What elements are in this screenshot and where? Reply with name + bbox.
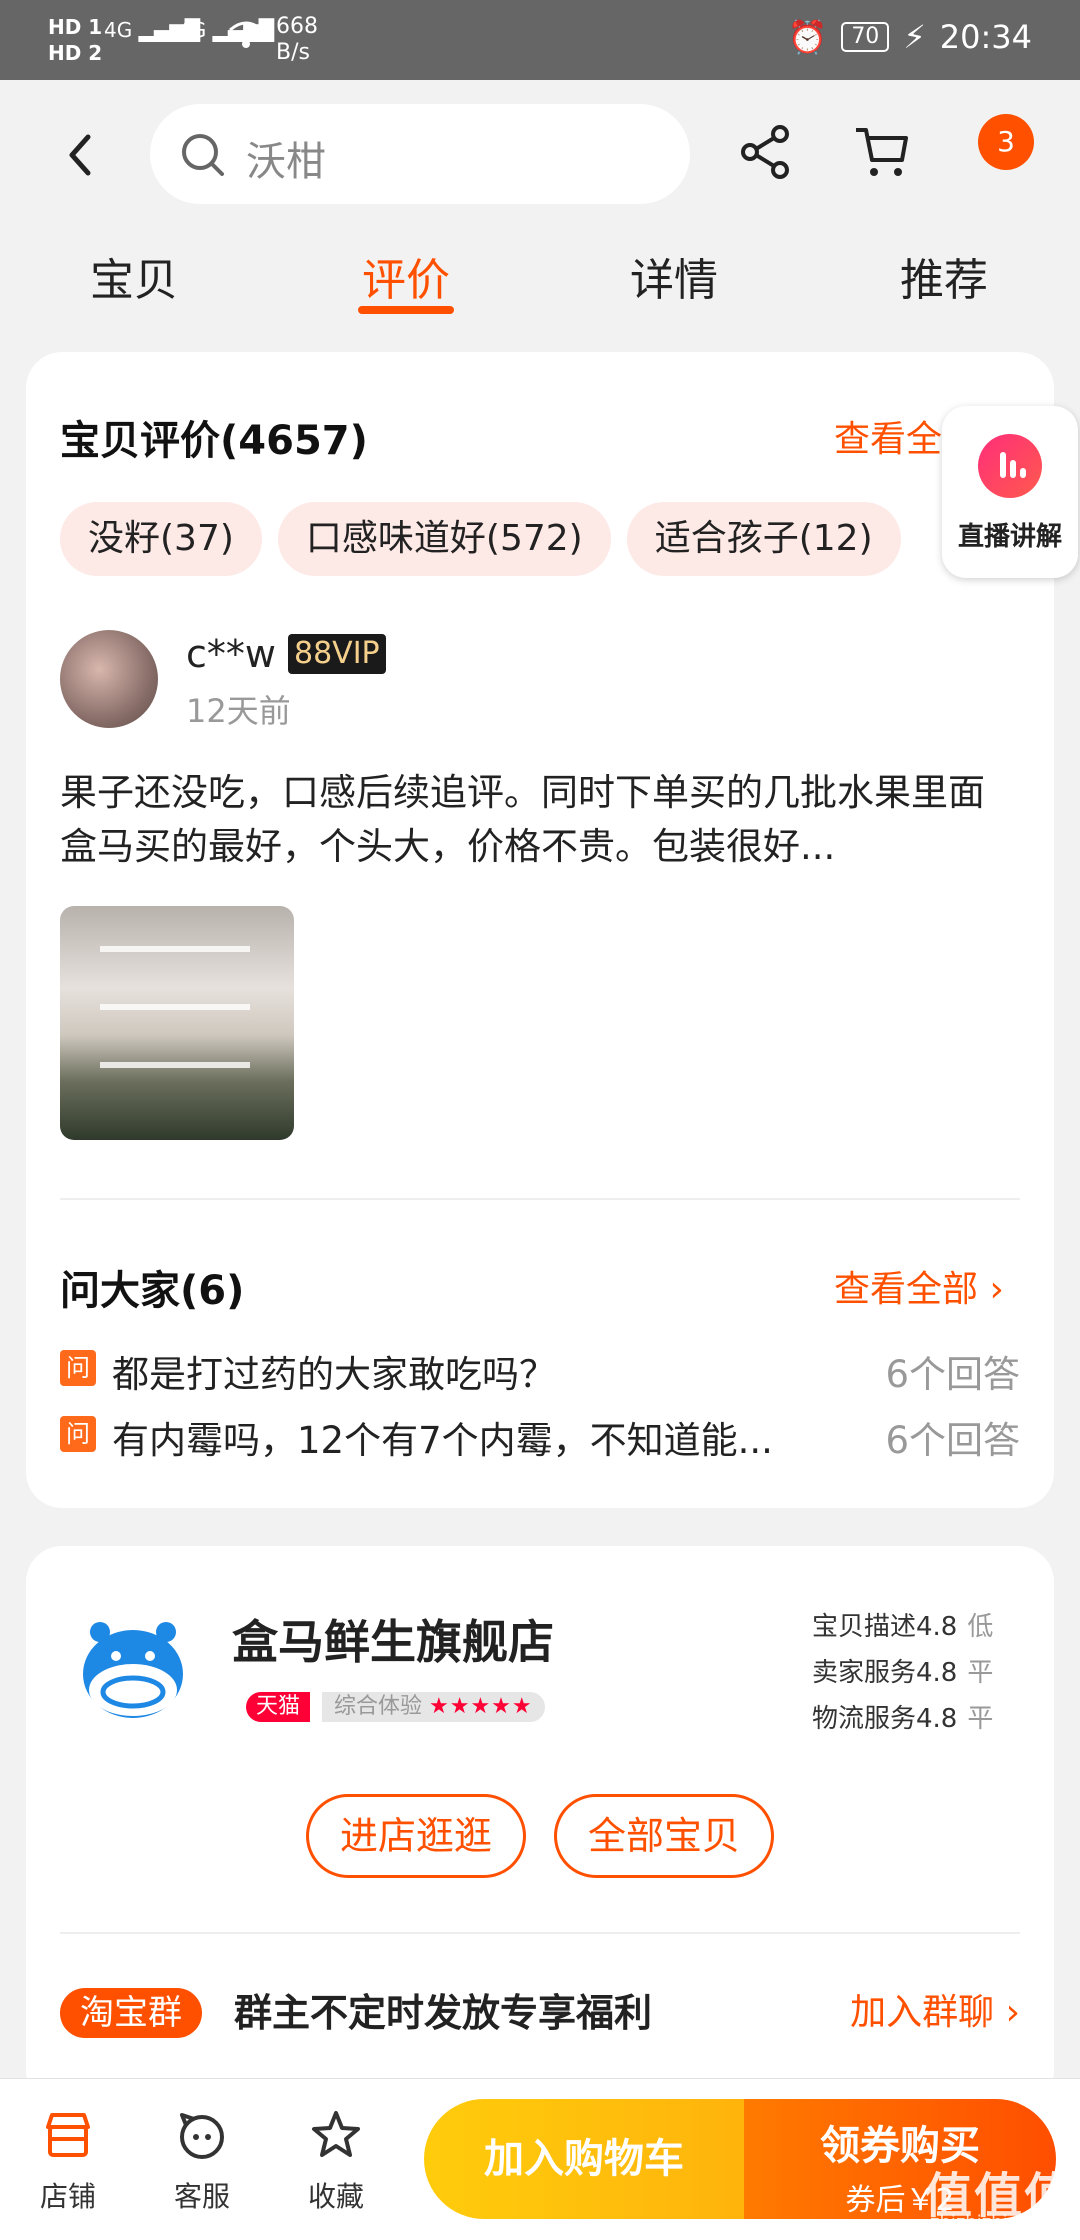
group-text: 群主不定时发放专享福利 (234, 1991, 653, 2035)
live-icon (978, 434, 1042, 498)
wifi-icon (226, 18, 266, 57)
bottom-action-bar: 店铺 客服 收藏 加入购物车 领券购买 券后￥2 (0, 2078, 1080, 2240)
qa-view-all[interactable]: 查看全部 › (834, 1260, 1004, 1312)
taobao-group-tag: 淘宝群 (60, 1988, 202, 2038)
cart-badge: 3 (978, 114, 1034, 170)
live-explain-button[interactable]: 直播讲解 (942, 406, 1078, 578)
speed-value: 668 (276, 14, 318, 39)
question-icon: 问 (60, 1416, 96, 1452)
tab-baobei[interactable]: 宝贝 (44, 244, 224, 308)
photo-shelf (100, 1004, 250, 1010)
clock: 20:34 (939, 18, 1032, 56)
reviews-title: 宝贝评价(4657) (60, 418, 368, 464)
review-tags: 没籽(37) 口感味道好(572) 适合孩子(12) (60, 502, 901, 576)
rating-label: 物流服务4.8 (812, 1704, 958, 1734)
chevron-right-icon: › (989, 1269, 1004, 1310)
qa-item[interactable]: 问 都是打过药的大家敢吃吗？ 6个回答 (60, 1342, 1020, 1398)
shop-ratings: 宝贝描述4.8 低 卖家服务4.8 平 物流服务4.8 平 (812, 1604, 993, 1742)
service-icon (180, 2113, 224, 2159)
qa-view-all-label: 查看全部 (834, 1269, 979, 1310)
section-tabs: 宝贝 评价 详情 推荐 (0, 230, 1080, 340)
battery-icon: 70 (841, 22, 890, 52)
rating-level: 平 (967, 1658, 994, 1688)
store-icon (46, 2113, 90, 2157)
join-group-label: 加入群聊 (850, 1992, 995, 2033)
share-icon[interactable] (736, 122, 796, 182)
shop-card: 盒马鲜生旗舰店 天猫 综合体验 ★★★★★ 宝贝描述4.8 低 卖家服务4.8 平 … (26, 1546, 1054, 2106)
rating-row: 物流服务4.8 平 (812, 1696, 993, 1742)
photo-shelf (100, 1062, 250, 1068)
avatar (60, 630, 158, 728)
rating-level: 低 (967, 1612, 994, 1642)
favorite-label: 收藏 (307, 2180, 364, 2213)
status-right: ⏰ 70 ⚡ 20:34 (787, 18, 1032, 56)
qa-item[interactable]: 问 有内霉吗，12个有7个内霉，不知道能... 6个回答 (60, 1408, 1020, 1464)
divider (60, 1198, 1020, 1200)
rating-stars: ★★★★★ (429, 1694, 533, 1719)
question-icon: 问 (60, 1350, 96, 1386)
divider (60, 1932, 1020, 1934)
star-icon (312, 2111, 360, 2157)
qa-question: 都是打过药的大家敢吃吗？ (112, 1353, 556, 1396)
charging-icon: ⚡ (903, 18, 926, 56)
reviewer-name: c**w (186, 632, 276, 676)
status-bar: HD 1 HD 2 4G ▂▄▆█ 4G ▂▄▆█ 668 B/s ⏰ 70 ⚡… (0, 0, 1080, 80)
hd1-label: HD 1 (48, 15, 103, 39)
review-tag[interactable]: 没籽(37) (60, 502, 262, 576)
speed-unit: B/s (276, 40, 310, 65)
qa-answers: 6个回答 (885, 1353, 1020, 1396)
sim-indicators: HD 1 HD 2 (48, 14, 102, 66)
store-label: 店铺 (39, 2180, 96, 2213)
alarm-icon: ⏰ (787, 18, 828, 56)
customer-service-button[interactable]: 客服 (142, 2107, 262, 2215)
rating-label: 宝贝描述4.8 (812, 1612, 958, 1642)
chevron-right-icon: › (1005, 1992, 1020, 2033)
tmall-badge: 天猫 (246, 1692, 311, 1722)
qa-answers: 6个回答 (885, 1419, 1020, 1462)
tab-details[interactable]: 详情 (584, 244, 764, 308)
reviews-card: 宝贝评价(4657) 查看全部 › 没籽(37) 口感味道好(572) 适合孩子… (26, 352, 1054, 1508)
photo-shelf (100, 946, 250, 952)
all-items-button[interactable]: 全部宝贝 (554, 1794, 774, 1878)
store-button[interactable]: 店铺 (8, 2107, 128, 2215)
qa-question: 有内霉吗，12个有7个内霉，不知道能... (112, 1419, 773, 1462)
review-tag[interactable]: 口感味道好(572) (277, 502, 611, 576)
service-label: 客服 (173, 2180, 230, 2213)
net2-label: 4G (178, 18, 207, 42)
review-time: 12天前 (186, 692, 291, 730)
tab-recommend[interactable]: 推荐 (854, 244, 1034, 308)
search-placeholder: 沃柑 (246, 139, 326, 185)
live-label: 直播讲解 (957, 522, 1062, 552)
join-group-link[interactable]: 加入群聊 › (850, 1988, 1020, 2038)
hd2-label: HD 2 (48, 41, 103, 65)
search-icon (180, 132, 226, 178)
vip-badge: 88VIP (288, 634, 386, 674)
rating-level: 平 (967, 1704, 994, 1734)
experience-badge: 综合体验 ★★★★★ (322, 1692, 545, 1722)
review-text[interactable]: 果子还没吃，口感后续追评。同时下单买的几批水果里面盒马买的最好，个头大，价格不贵… (60, 766, 1020, 874)
tab-reviews[interactable]: 评价 (316, 244, 496, 308)
review-tag[interactable]: 适合孩子(12) (626, 502, 901, 576)
watermark-url: zhizhizhi.com (930, 2212, 1052, 2233)
cart-icon[interactable] (852, 122, 912, 182)
qa-title: 问大家(6) (60, 1268, 245, 1314)
experience-label: 综合体验 (334, 1694, 423, 1719)
review-photo[interactable] (60, 906, 294, 1140)
active-tab-underline (358, 306, 454, 314)
rating-row: 卖家服务4.8 平 (812, 1650, 993, 1696)
back-icon[interactable] (60, 125, 100, 185)
hippo-logo-icon[interactable] (76, 1612, 190, 1726)
search-input[interactable]: 沃柑 (150, 104, 690, 204)
add-to-cart-button[interactable]: 加入购物车 (424, 2099, 744, 2219)
top-bar: 沃柑 3 (0, 80, 1080, 230)
net1-label: 4G (104, 18, 133, 42)
visit-store-button[interactable]: 进店逛逛 (306, 1794, 526, 1878)
rating-label: 卖家服务4.8 (812, 1658, 958, 1688)
favorite-button[interactable]: 收藏 (276, 2107, 396, 2215)
rating-row: 宝贝描述4.8 低 (812, 1604, 993, 1650)
network-speed: 668 B/s (276, 14, 318, 66)
shop-name[interactable]: 盒马鲜生旗舰店 (232, 1606, 554, 1672)
